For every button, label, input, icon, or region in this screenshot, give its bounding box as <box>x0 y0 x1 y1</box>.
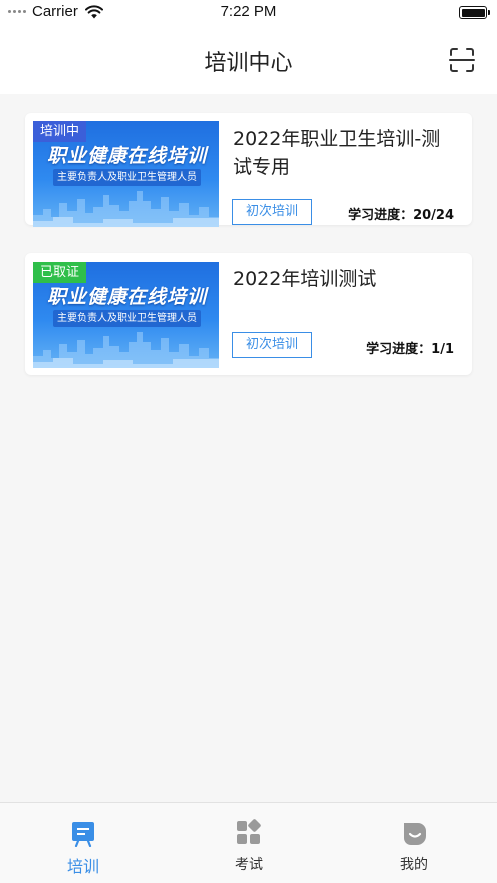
tab-training[interactable]: 培训 <box>0 803 166 883</box>
course-thumbnail: 职业健康在线培训 主要负责人及职业卫生管理人员 已取证 <box>33 262 219 368</box>
training-board-icon <box>72 822 94 847</box>
nav-bar: 培训中心 <box>0 26 497 94</box>
course-title: 2022年职业卫生培训-测试专用 <box>233 128 441 178</box>
city-skyline-graphic <box>33 332 219 368</box>
tab-exam[interactable]: 考试 <box>166 803 332 883</box>
thumbnail-title: 职业健康在线培训 <box>47 145 208 167</box>
thumbnail-subtitle: 主要负责人及职业卫生管理人员 <box>53 310 201 327</box>
city-skyline-graphic <box>33 191 219 227</box>
status-badge: 已取证 <box>33 262 87 283</box>
thumbnail-subtitle: 主要负责人及职业卫生管理人员 <box>53 169 201 186</box>
study-progress: 学习进度：1/1 <box>366 342 454 357</box>
scan-icon[interactable] <box>449 47 475 73</box>
status-bar: Carrier 7:22 PM <box>0 0 497 26</box>
course-thumbnail: 职业健康在线培训 主要负责人及职业卫生管理人员 培训中 <box>33 121 219 227</box>
course-card[interactable]: 职业健康在线培训 主要负责人及职业卫生管理人员 已取证 2022年培训测试 初次… <box>25 253 472 375</box>
tab-mine[interactable]: 我的 <box>331 803 497 883</box>
exam-grid-icon <box>237 819 261 844</box>
study-progress: 学习进度：20/24 <box>348 208 454 223</box>
page-title: 培训中心 <box>204 51 293 76</box>
tab-bar: 培训 考试 我的 <box>0 802 497 883</box>
status-badge: 培训中 <box>33 121 87 142</box>
thumbnail-title: 职业健康在线培训 <box>47 286 208 308</box>
battery-icon <box>459 6 490 19</box>
profile-icon <box>404 823 426 845</box>
training-type-tag: 初次培训 <box>232 199 312 225</box>
course-title: 2022年培训测试 <box>233 268 377 290</box>
tab-mine-label: 我的 <box>400 857 428 873</box>
tab-exam-label: 考试 <box>235 857 263 873</box>
training-type-tag: 初次培训 <box>232 332 312 358</box>
course-card[interactable]: 职业健康在线培训 主要负责人及职业卫生管理人员 培训中 2022年职业卫生培训-… <box>25 113 472 227</box>
status-time: 7:22 PM <box>220 3 277 20</box>
tab-training-label: 培训 <box>66 857 99 876</box>
